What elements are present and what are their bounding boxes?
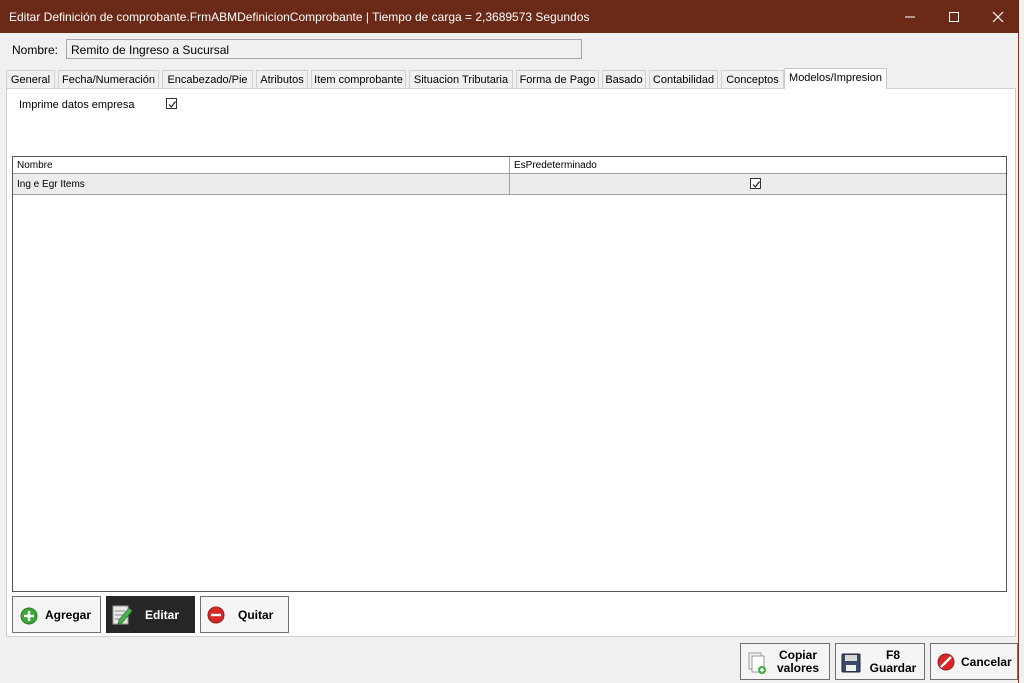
guardar-button[interactable]: F8 Guardar bbox=[835, 643, 925, 680]
guardar-label: F8 Guardar bbox=[864, 649, 922, 675]
tab-conceptos[interactable]: Conceptos bbox=[721, 70, 784, 89]
agregar-label: Agregar bbox=[45, 608, 92, 622]
tab-encabezado-pie[interactable]: Encabezado/Pie bbox=[162, 70, 253, 89]
tab-situacion-tributaria[interactable]: Situacion Tributaria bbox=[409, 70, 513, 89]
cancelar-button[interactable]: Cancelar bbox=[930, 643, 1018, 680]
column-header-nombre[interactable]: Nombre bbox=[13, 157, 510, 174]
checkmark-icon bbox=[168, 101, 176, 108]
tab-atributos[interactable]: Atributos bbox=[256, 70, 308, 89]
checkmark-icon bbox=[752, 181, 760, 188]
cancel-icon bbox=[937, 653, 955, 671]
add-icon bbox=[20, 607, 38, 625]
maximize-button[interactable] bbox=[931, 0, 977, 33]
dialog-window: Editar Definición de comprobante.FrmABMD… bbox=[0, 0, 1019, 683]
window-title: Editar Definición de comprobante.FrmABMD… bbox=[9, 10, 590, 24]
agregar-button[interactable]: Agregar bbox=[12, 596, 101, 633]
espredeterminado-checkbox[interactable] bbox=[750, 178, 761, 189]
editar-label: Editar bbox=[145, 608, 180, 622]
tab-general[interactable]: General bbox=[6, 70, 55, 89]
imprime-datos-empresa-checkbox[interactable] bbox=[166, 98, 177, 109]
guardar-line2: Guardar bbox=[869, 661, 917, 675]
tab-fecha-numeracion[interactable]: Fecha/Numeración bbox=[58, 70, 159, 89]
tab-forma-de-pago[interactable]: Forma de Pago bbox=[516, 70, 599, 89]
nombre-label: Nombre: bbox=[12, 43, 59, 57]
copiar-valores-label: Copiar valores bbox=[771, 649, 825, 675]
minimize-button[interactable] bbox=[887, 0, 933, 33]
column-header-espredeterminado[interactable]: EsPredeterminado bbox=[510, 157, 1006, 174]
minimize-icon bbox=[905, 16, 915, 17]
tab-item-comprobante[interactable]: Item comprobante bbox=[311, 70, 406, 89]
tab-contabilidad[interactable]: Contabilidad bbox=[649, 70, 718, 89]
nombre-field[interactable]: Remito de Ingreso a Sucursal bbox=[66, 39, 582, 59]
quitar-button[interactable]: Quitar bbox=[200, 596, 289, 633]
save-disk-icon bbox=[841, 653, 861, 673]
imprime-datos-empresa-label: Imprime datos empresa bbox=[19, 99, 135, 111]
copy-document-icon bbox=[748, 652, 766, 674]
tab-modelos-impresion[interactable]: Modelos/Impresion bbox=[784, 68, 887, 89]
remove-icon bbox=[207, 606, 225, 624]
quitar-label: Quitar bbox=[238, 608, 274, 622]
maximize-icon bbox=[949, 11, 959, 22]
edit-note-icon bbox=[112, 605, 133, 625]
modelos-grid[interactable]: Nombre EsPredeterminado Ing e Egr Items bbox=[12, 156, 1007, 592]
cancelar-label: Cancelar bbox=[961, 655, 1012, 669]
copiar-line2: valores bbox=[776, 661, 820, 675]
tab-basado[interactable]: Basado bbox=[602, 70, 646, 89]
close-button[interactable] bbox=[975, 0, 1021, 33]
copiar-valores-button[interactable]: Copiar valores bbox=[740, 643, 830, 680]
copiar-line1: Copiar bbox=[778, 648, 817, 662]
table-row-nombre-cell[interactable]: Ing e Egr Items bbox=[13, 174, 510, 195]
title-bar[interactable]: Editar Definición de comprobante.FrmABMD… bbox=[0, 0, 1019, 33]
guardar-line1: F8 bbox=[885, 648, 900, 662]
editar-button[interactable]: Editar bbox=[106, 596, 195, 633]
table-row-espredeterminado-cell[interactable] bbox=[510, 174, 1006, 195]
close-icon bbox=[992, 11, 1004, 22]
